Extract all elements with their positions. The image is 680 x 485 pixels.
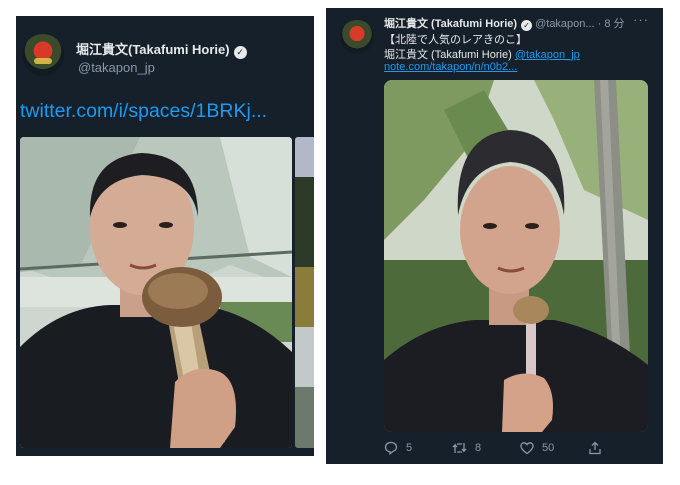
avatar[interactable] — [22, 34, 64, 76]
retweet-count: 8 — [475, 442, 482, 454]
author-handle[interactable]: @takapon... — [535, 18, 594, 30]
avatar[interactable] — [340, 20, 374, 54]
share-button[interactable] — [588, 441, 602, 455]
more-icon[interactable]: ··· — [633, 12, 649, 27]
like-count: 50 — [542, 442, 555, 454]
left-tweet-panel: 堀江貴文(Takafumi Horie) ✓ @takapon_jp twitte… — [16, 16, 314, 456]
spaces-link[interactable]: twitter.com/i/spaces/1BRKj... — [20, 100, 267, 123]
timestamp[interactable]: · 8 分 — [598, 18, 625, 30]
tweet-actions: 5 8 50 — [384, 441, 648, 457]
share-icon — [589, 441, 601, 455]
tweet-text-title: 【北陸で人気のレアきのこ】 — [384, 34, 527, 46]
tweet-photo-second[interactable] — [295, 137, 314, 448]
reply-count: 5 — [406, 442, 413, 454]
author-name[interactable]: 堀江貴文 (Takafumi Horie) — [384, 18, 517, 30]
reply-button[interactable]: 5 — [384, 441, 412, 455]
note-link[interactable]: note.com/takapon/n/n0b2... — [384, 61, 517, 73]
author-name[interactable]: 堀江貴文(Takafumi Horie) ✓ — [76, 39, 247, 59]
author-handle[interactable]: @takapon_jp — [78, 60, 155, 75]
retweet-button[interactable]: 8 — [452, 441, 481, 455]
verified-icon: ✓ — [521, 20, 533, 31]
retweet-icon — [452, 443, 467, 453]
tweet-photo[interactable] — [384, 80, 648, 432]
like-button[interactable]: 50 — [520, 441, 554, 455]
tweet-text-link-line: note.com/takapon/n/n0b2... — [384, 61, 517, 73]
right-tweet-panel: 堀江貴文 (Takafumi Horie) ✓ @takapon... · 8 分… — [326, 8, 663, 464]
tweet-text-author-line: 堀江貴文 (Takafumi Horie) @takapon_jp — [384, 49, 580, 61]
tweet-header: 堀江貴文 (Takafumi Horie) ✓ @takapon... · 8 分 — [384, 15, 625, 31]
mention-link[interactable]: @takapon_jp — [515, 49, 580, 61]
verified-icon: ✓ — [233, 46, 247, 59]
reply-icon — [384, 441, 398, 455]
tweet-photo[interactable] — [20, 137, 292, 448]
like-icon — [520, 442, 534, 455]
